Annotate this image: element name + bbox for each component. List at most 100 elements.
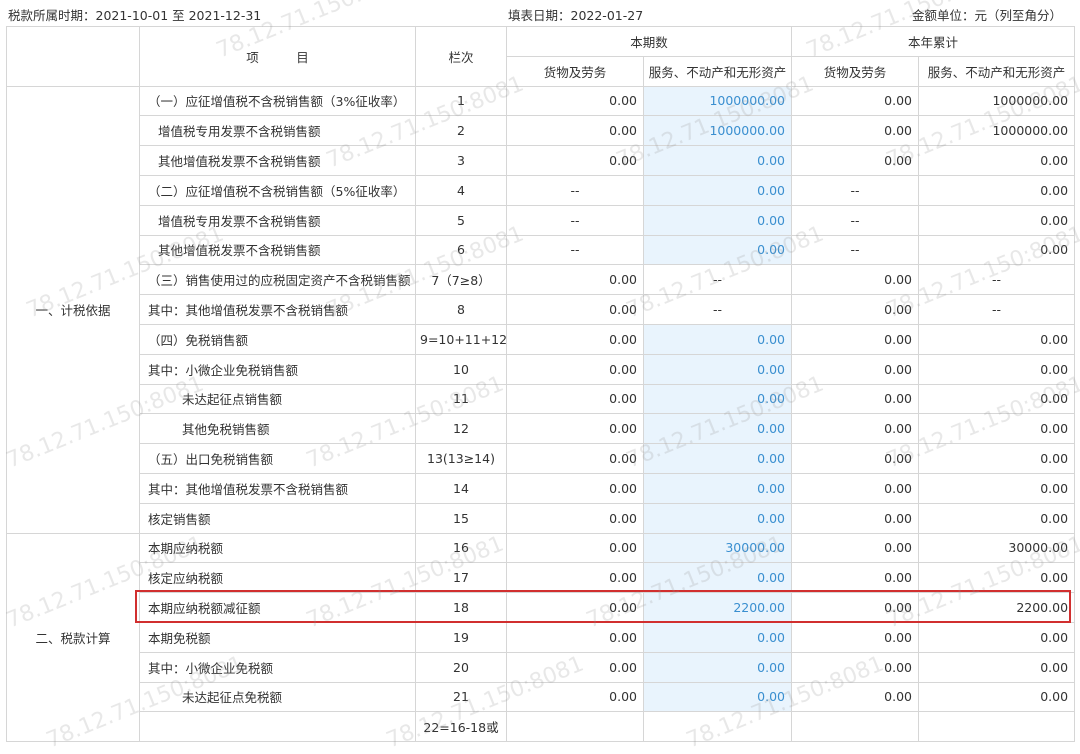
current-services-value[interactable]: 0.00 <box>642 383 793 415</box>
current-goods-value[interactable]: 0.00 <box>506 532 644 564</box>
section-label-basis: 一、计税依据 <box>6 85 140 534</box>
table-row: 本期免税额 19 0.00 0.00 0.00 0.00 <box>7 621 1076 653</box>
current-services-value[interactable]: 0.00 <box>642 323 793 355</box>
current-goods-value[interactable]: 0.00 <box>506 621 644 653</box>
current-services-value[interactable]: 0.00 <box>642 353 793 385</box>
current-goods-value[interactable]: 0.00 <box>506 681 644 713</box>
table-row: 其他增值税发票不含税销售额 6 -- 0.00 -- 0.00 <box>7 234 1076 266</box>
column-number: 1 <box>415 85 507 117</box>
column-number: 19 <box>415 621 507 653</box>
table-row: 22=16-18或 <box>7 711 1076 743</box>
current-services-value[interactable]: 0.00 <box>642 204 793 236</box>
current-goods-value[interactable]: 0.00 <box>506 502 644 534</box>
current-services-value[interactable]: 0.00 <box>642 174 793 206</box>
item-header: 项 目 <box>139 26 416 87</box>
current-goods-value[interactable]: 0.00 <box>506 651 644 683</box>
current-goods-value[interactable]: 0.00 <box>506 353 644 385</box>
current-goods-value[interactable]: 0.00 <box>506 294 644 325</box>
ytd-goods-value: 0.00 <box>791 383 920 415</box>
item-name: 其中：小微企业免税销售额 <box>139 353 416 385</box>
current-goods-value[interactable]: 0.00 <box>506 383 644 415</box>
column-number: 7（7≥8） <box>415 264 507 296</box>
ytd-services-value: -- <box>918 264 1076 296</box>
current-services-value[interactable]: 0.00 <box>642 413 793 445</box>
item-name <box>139 711 416 743</box>
table-row: （四）免税销售额 9=10+11+12 0.00 0.00 0.00 0.00 <box>7 323 1076 355</box>
current-services-value[interactable]: 0.00 <box>642 502 793 534</box>
intangible-services-header: 服务、不动产和无形资产 <box>642 55 793 87</box>
ytd-goods-value: 0.00 <box>791 651 920 683</box>
item-name: 增值税专用发票不含税销售额 <box>139 204 416 236</box>
current-services-value[interactable]: 1000000.00 <box>642 85 793 117</box>
column-number: 13(13≥14) <box>415 443 507 474</box>
current-goods-value[interactable]: 0.00 <box>506 145 644 176</box>
table-row: 其中：小微企业免税额 20 0.00 0.00 0.00 0.00 <box>7 651 1076 683</box>
current-goods-value[interactable]: 0.00 <box>506 413 644 445</box>
ytd-services-value: 0.00 <box>918 681 1076 713</box>
current-services-value[interactable]: 0.00 <box>642 472 793 504</box>
ytd-goods-value: 0.00 <box>791 562 920 594</box>
current-services-value[interactable]: 0.00 <box>642 621 793 653</box>
item-name: 未达起征点免税额 <box>139 681 416 713</box>
ytd-services-value: 0.00 <box>918 413 1076 445</box>
item-name: 其他增值税发票不含税销售额 <box>139 234 416 266</box>
column-number: 6 <box>415 234 507 266</box>
current-services-value[interactable]: 0.00 <box>642 443 793 474</box>
ytd-services-value: 0.00 <box>918 621 1076 653</box>
vat-return-table: 项 目 栏次 本期数 本年累计 货物及劳务 服务、不动产和无形资产 货物及劳务 … <box>6 26 1076 743</box>
item-name: 核定销售额 <box>139 502 416 534</box>
section-header <box>6 26 140 87</box>
column-number: 16 <box>415 532 507 564</box>
highlight-box-row-18 <box>135 590 1071 623</box>
ytd-goods-value: 0.00 <box>791 294 920 325</box>
section-label-calculation: 二、税款计算 <box>6 532 140 743</box>
ytd-services-value: 0.00 <box>918 383 1076 415</box>
ytd-goods-value: 0.00 <box>791 115 920 147</box>
ytd-services-value: 0.00 <box>918 234 1076 266</box>
table-row: 增值税专用发票不含税销售额 2 0.00 1000000.00 0.00 1000000.… <box>7 115 1076 147</box>
current-services-value[interactable]: 30000.00 <box>642 532 793 564</box>
ytd-goods-value: 0.00 <box>791 264 920 296</box>
current-services-value[interactable]: 0.00 <box>642 562 793 594</box>
ytd-goods-value <box>791 711 920 743</box>
current-goods-value[interactable]: 0.00 <box>506 323 644 355</box>
ytd-services-value: 0.00 <box>918 562 1076 594</box>
ytd-services-value: 0.00 <box>918 651 1076 683</box>
ytd-goods-value: 0.00 <box>791 85 920 117</box>
current-goods-value[interactable]: 0.00 <box>506 85 644 117</box>
current-goods-value[interactable]: 0.00 <box>506 115 644 147</box>
ytd-goods-value: 0.00 <box>791 413 920 445</box>
column-number: 21 <box>415 681 507 713</box>
current-services-value: -- <box>642 294 793 325</box>
item-name: 未达起征点销售额 <box>139 383 416 415</box>
item-name: （四）免税销售额 <box>139 323 416 355</box>
current-goods-value[interactable]: 0.00 <box>506 443 644 474</box>
tax-period-label: 税款所属时期：2021-10-01 至 2021-12-31 <box>8 8 262 23</box>
ytd-services-value: 0.00 <box>918 502 1076 534</box>
ytd-goods-value: 0.00 <box>791 681 920 713</box>
item-name: 其中：其他增值税发票不含税销售额 <box>139 294 416 325</box>
current-services-value[interactable]: 0.00 <box>642 681 793 713</box>
table-row: 其他免税销售额 12 0.00 0.00 0.00 0.00 <box>7 413 1076 445</box>
current-goods-value[interactable]: 0.00 <box>506 472 644 504</box>
ytd-goods-value: 0.00 <box>791 323 920 355</box>
ytd-services-value: 30000.00 <box>918 532 1076 564</box>
ytd-goods-services-header: 货物及劳务 <box>791 55 920 87</box>
table-row: 增值税专用发票不含税销售额 5 -- 0.00 -- 0.00 <box>7 204 1076 236</box>
ytd-goods-value: 0.00 <box>791 145 920 176</box>
current-services-value[interactable]: 0.00 <box>642 234 793 266</box>
current-services-value[interactable]: 0.00 <box>642 145 793 176</box>
current-services-value[interactable]: 1000000.00 <box>642 115 793 147</box>
column-number: 14 <box>415 472 507 504</box>
current-goods-value[interactable]: 0.00 <box>506 264 644 296</box>
ytd-goods-value: -- <box>791 234 920 266</box>
current-goods-value: -- <box>506 234 644 266</box>
current-services-value[interactable]: 0.00 <box>642 651 793 683</box>
current-goods-value[interactable]: 0.00 <box>506 562 644 594</box>
table-row: 其中：其他增值税发票不含税销售额 8 0.00 -- 0.00 -- <box>7 294 1076 325</box>
table-row: 核定销售额 15 0.00 0.00 0.00 0.00 <box>7 502 1076 534</box>
ytd-services-value: 1000000.00 <box>918 115 1076 147</box>
table-row: 其中：小微企业免税销售额 10 0.00 0.00 0.00 0.00 <box>7 353 1076 385</box>
column-number: 17 <box>415 562 507 594</box>
table-row: 其他增值税发票不含税销售额 3 0.00 0.00 0.00 0.00 <box>7 145 1076 176</box>
